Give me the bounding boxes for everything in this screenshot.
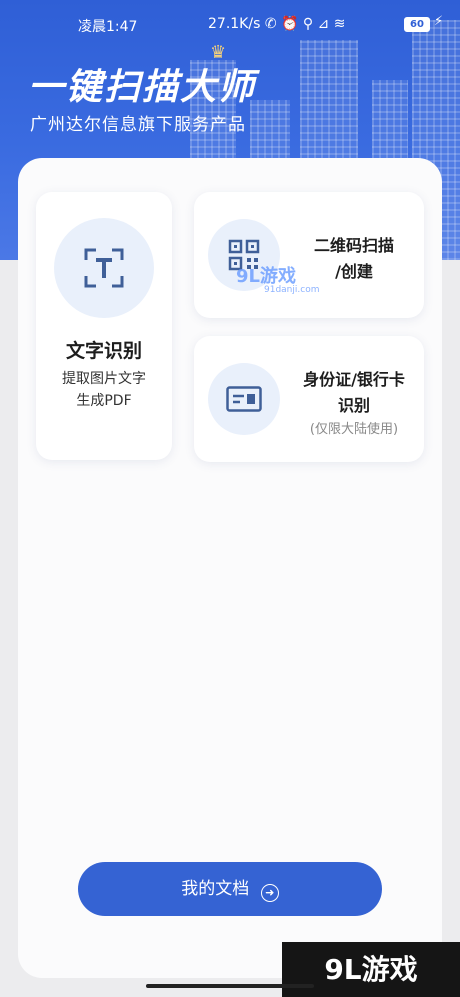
bolt-icon: ⚡ xyxy=(434,14,444,29)
watermark-url: 91danji.com xyxy=(264,285,320,295)
status-bar: 凌晨1:47 27.1K/s ✆ ⏰ ⚲ ⊿ ≋ 60 ⚡ xyxy=(0,14,460,36)
watermark-brand: 9L游戏 xyxy=(236,266,296,287)
app-subtitle: 广州达尔信息旗下服务产品 xyxy=(30,115,246,135)
id-card-note: (仅限大陆使用) xyxy=(309,422,399,437)
text-recognition-desc-1: 提取图片文字 xyxy=(62,371,146,387)
text-recognition-desc-2: 生成PDF xyxy=(76,393,132,409)
my-documents-button[interactable]: 我的文档 ➜ xyxy=(78,862,382,916)
text-recognition-title: 文字识别 xyxy=(65,340,142,362)
qr-code-card[interactable]: 二维码扫描 /创建 xyxy=(194,192,424,318)
home-indicator[interactable] xyxy=(146,984,314,988)
app-title: 一键扫描大师 xyxy=(28,67,257,108)
qr-code-title-1: 二维码扫描 xyxy=(313,236,394,255)
arrow-right-circle-icon: ➜ xyxy=(260,884,279,902)
corner-watermark: 9L游戏 xyxy=(282,942,460,997)
watermark-logo: 9L游戏 91danji.com xyxy=(236,262,319,295)
id-card-icon xyxy=(226,386,262,412)
battery-icon: 60 xyxy=(404,17,430,32)
text-scan-icon xyxy=(84,248,124,288)
my-documents-label: 我的文档 xyxy=(181,879,250,899)
id-card-title-1: 身份证/银行卡 xyxy=(303,370,405,389)
status-time: 凌晨1:47 xyxy=(78,19,138,35)
status-indicators: 27.1K/s ✆ ⏰ ⚲ ⊿ ≋ xyxy=(208,16,346,32)
id-card-card[interactable]: 身份证/银行卡 识别 (仅限大陆使用) xyxy=(194,336,424,462)
text-recognition-card[interactable]: 文字识别 提取图片文字 生成PDF xyxy=(36,192,172,460)
main-panel: 文字识别 提取图片文字 生成PDF 二维码扫描 /创建 身份证/银行卡 识别 (… xyxy=(18,158,442,978)
id-card-title-2: 识别 xyxy=(337,396,370,415)
